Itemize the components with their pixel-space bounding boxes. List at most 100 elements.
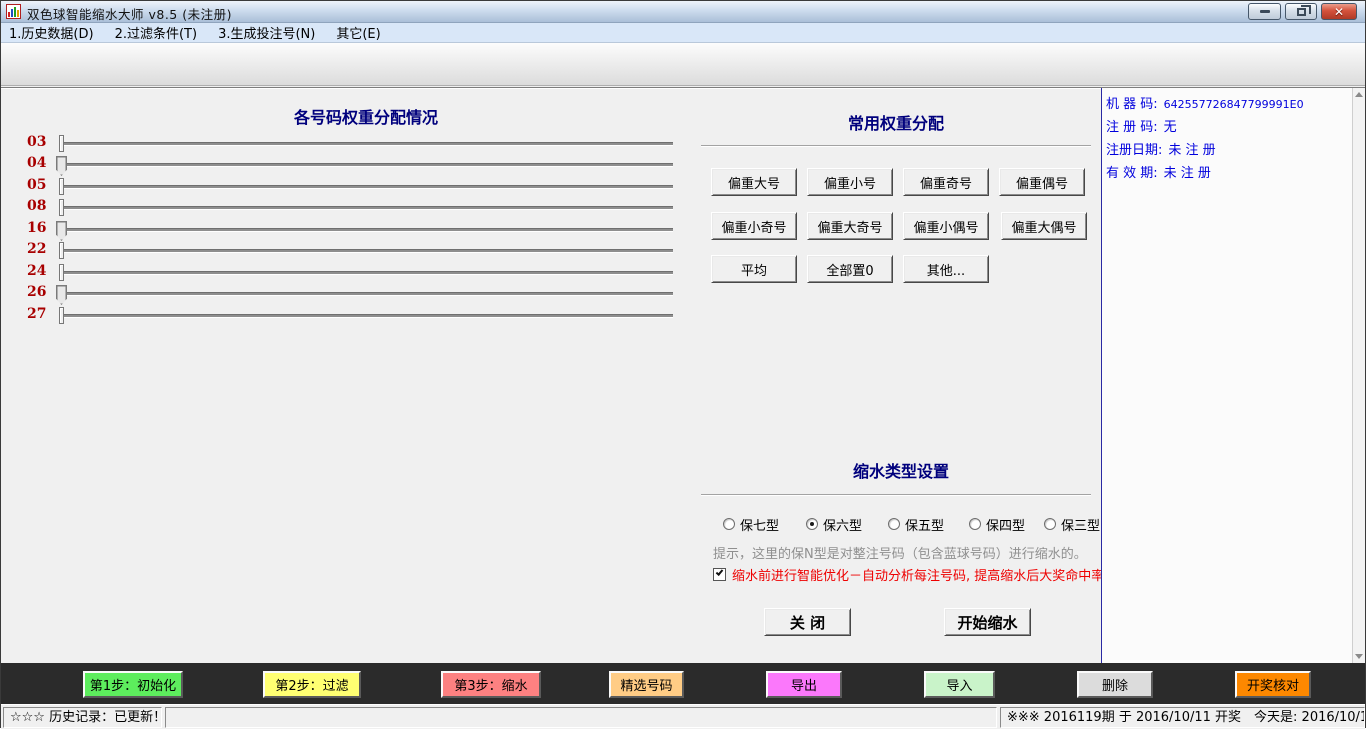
scroll-up-button[interactable] xyxy=(1353,88,1365,101)
preset-big-even-button[interactable]: 偏重大偶号 xyxy=(1001,212,1087,240)
slider-thumb[interactable] xyxy=(59,307,64,324)
export-button[interactable]: 导出 xyxy=(766,671,842,698)
slider-thumb[interactable] xyxy=(59,178,64,195)
preset-all-zero-button[interactable]: 全部置0 xyxy=(807,255,893,283)
main-area: 各号码权重分配情况 03 04 05 08 16 22 24 xyxy=(1,87,1365,663)
optimize-checkbox-row[interactable]: 缩水前进行智能优化－自动分析每注号码, 提高缩水后大奖命中率 xyxy=(713,565,1104,584)
delete-button[interactable]: 删除 xyxy=(1077,671,1153,698)
minimize-icon xyxy=(1260,10,1270,13)
preset-other-button[interactable]: 其他... xyxy=(903,255,989,283)
arrow-down-icon xyxy=(1355,654,1363,659)
reg-date-label: 注册日期: xyxy=(1106,143,1162,158)
weight-slider[interactable] xyxy=(61,249,673,252)
slider-thumb[interactable] xyxy=(59,199,64,216)
restore-button[interactable] xyxy=(1285,3,1317,20)
ball-number-label: 24 xyxy=(27,263,46,279)
slider-thumb[interactable] xyxy=(56,156,67,176)
radio-circle xyxy=(806,518,818,530)
weight-slider-row: 24 xyxy=(23,262,673,283)
ball-number-label: 26 xyxy=(27,284,46,300)
menu-item-filter-conditions[interactable]: 2.过滤条件(T) xyxy=(113,22,200,43)
selected-numbers-button[interactable]: 精选号码 xyxy=(609,671,684,698)
reg-date-value: 未 注 册 xyxy=(1168,143,1215,158)
minimize-button[interactable] xyxy=(1248,3,1281,20)
radio-keep3-label: 保三型 xyxy=(1061,515,1100,534)
menu-item-generate-numbers[interactable]: 3.生成投注号(N) xyxy=(216,22,317,43)
optimize-checkbox[interactable] xyxy=(713,568,726,581)
step2-filter-button[interactable]: 第2步：过滤 xyxy=(263,671,361,698)
weight-slider[interactable] xyxy=(61,271,673,274)
bottom-action-bar: 第1步：初始化 第2步：过滤 第3步：缩水 精选号码 导出 导入 删除 开奖核对 xyxy=(1,663,1365,704)
reg-date-line: 注册日期: 未 注 册 xyxy=(1106,139,1354,162)
radio-keep5[interactable]: 保五型 xyxy=(888,516,944,532)
menu-item-other[interactable]: 其它(E) xyxy=(334,22,382,43)
radio-keep6-label: 保六型 xyxy=(823,515,862,534)
app-icon xyxy=(6,4,21,19)
ball-number-label: 22 xyxy=(27,241,46,257)
radio-keep6[interactable]: 保六型 xyxy=(806,516,862,532)
radio-keep4[interactable]: 保四型 xyxy=(969,516,1025,532)
weight-slider[interactable] xyxy=(61,228,673,231)
weight-slider-row: 26 xyxy=(23,283,673,304)
radio-keep7-label: 保七型 xyxy=(740,515,779,534)
close-icon: ✕ xyxy=(1334,6,1344,18)
weight-slider-row: 08 xyxy=(23,197,673,218)
slider-thumb[interactable] xyxy=(59,135,64,152)
radio-keep3[interactable]: 保三型 xyxy=(1044,516,1100,532)
weight-slider[interactable] xyxy=(61,142,673,145)
ball-number-label: 04 xyxy=(27,155,46,171)
machine-code-value: 642557726847799991E0 xyxy=(1164,98,1304,111)
weight-slider[interactable] xyxy=(61,185,673,188)
draw-check-button[interactable]: 开奖核对 xyxy=(1235,671,1311,698)
machine-code-line: 机 器 码: 642557726847799991E0 xyxy=(1106,93,1354,116)
radio-keep7[interactable]: 保七型 xyxy=(723,516,779,532)
radio-circle xyxy=(1044,518,1056,530)
machine-code-label: 机 器 码: xyxy=(1106,97,1158,112)
ball-number-label: 05 xyxy=(27,177,46,193)
ball-number-label: 08 xyxy=(27,198,46,214)
preset-odd-numbers-button[interactable]: 偏重奇号 xyxy=(903,168,989,196)
close-button[interactable]: ✕ xyxy=(1321,3,1357,20)
app-window: 双色球智能缩水大师 v8.5 (未注册) ✕ 1.历史数据(D) 2.过滤条件(… xyxy=(0,0,1366,728)
preset-big-numbers-button[interactable]: 偏重大号 xyxy=(711,168,797,196)
draw-info-text: ※※※ 2016119期 于 2016/10/11 开奖 今天是: 2016/1… xyxy=(1000,707,1365,728)
preset-even-numbers-button[interactable]: 偏重偶号 xyxy=(999,168,1085,196)
shrink-hint-text: 提示，这里的保N型是对整注号码（包含蓝球号码）进行缩水的。 xyxy=(713,543,1087,562)
divider xyxy=(701,494,1091,495)
step3-shrink-button[interactable]: 第3步：缩水 xyxy=(441,671,541,698)
weight-slider[interactable] xyxy=(61,292,673,295)
weight-slider[interactable] xyxy=(61,206,673,209)
preset-small-odd-button[interactable]: 偏重小奇号 xyxy=(711,212,797,240)
slider-thumb[interactable] xyxy=(59,242,64,259)
menu-item-history-data[interactable]: 1.历史数据(D) xyxy=(7,22,96,43)
preset-big-odd-button[interactable]: 偏重大奇号 xyxy=(807,212,893,240)
reg-code-label: 注 册 码: xyxy=(1106,120,1158,135)
slider-thumb[interactable] xyxy=(56,285,67,305)
arrow-up-icon xyxy=(1355,92,1363,97)
divider xyxy=(701,145,1091,146)
weight-slider[interactable] xyxy=(61,163,673,166)
toolbar: 历史开奖数据 设置过滤条件 生成投注号码 xyxy=(1,43,1365,86)
slider-thumb[interactable] xyxy=(56,221,67,241)
weight-slider[interactable] xyxy=(61,314,673,317)
weight-slider-row: 16 xyxy=(23,219,673,240)
close-panel-button[interactable]: 关 闭 xyxy=(764,608,851,636)
scroll-down-button[interactable] xyxy=(1353,650,1365,663)
status-bar: ☆☆☆ 历史记录：已更新！ ☆☆☆ ※※※ 2016119期 于 2016/10… xyxy=(1,704,1365,729)
preset-small-even-button[interactable]: 偏重小偶号 xyxy=(903,212,989,240)
slider-thumb[interactable] xyxy=(59,264,64,281)
import-button[interactable]: 导入 xyxy=(924,671,995,698)
reg-code-line: 注 册 码:无 xyxy=(1106,116,1354,139)
step1-init-button[interactable]: 第1步：初始化 xyxy=(83,671,183,698)
status-spacer-panel xyxy=(165,707,997,728)
ball-number-label: 27 xyxy=(27,306,46,322)
preset-average-button[interactable]: 平均 xyxy=(711,255,797,283)
vertical-scrollbar[interactable] xyxy=(1352,88,1365,663)
menu-bar: 1.历史数据(D) 2.过滤条件(T) 3.生成投注号(N) 其它(E) xyxy=(1,23,1365,43)
shrink-panel-title: 缩水类型设置 xyxy=(796,458,1006,482)
ball-number-label: 03 xyxy=(27,134,46,150)
check-icon xyxy=(716,568,724,576)
start-shrink-button[interactable]: 开始缩水 xyxy=(944,608,1031,636)
preset-small-numbers-button[interactable]: 偏重小号 xyxy=(807,168,893,196)
registration-info-panel: 机 器 码: 642557726847799991E0 注 册 码:无 注册日期:… xyxy=(1101,88,1354,663)
